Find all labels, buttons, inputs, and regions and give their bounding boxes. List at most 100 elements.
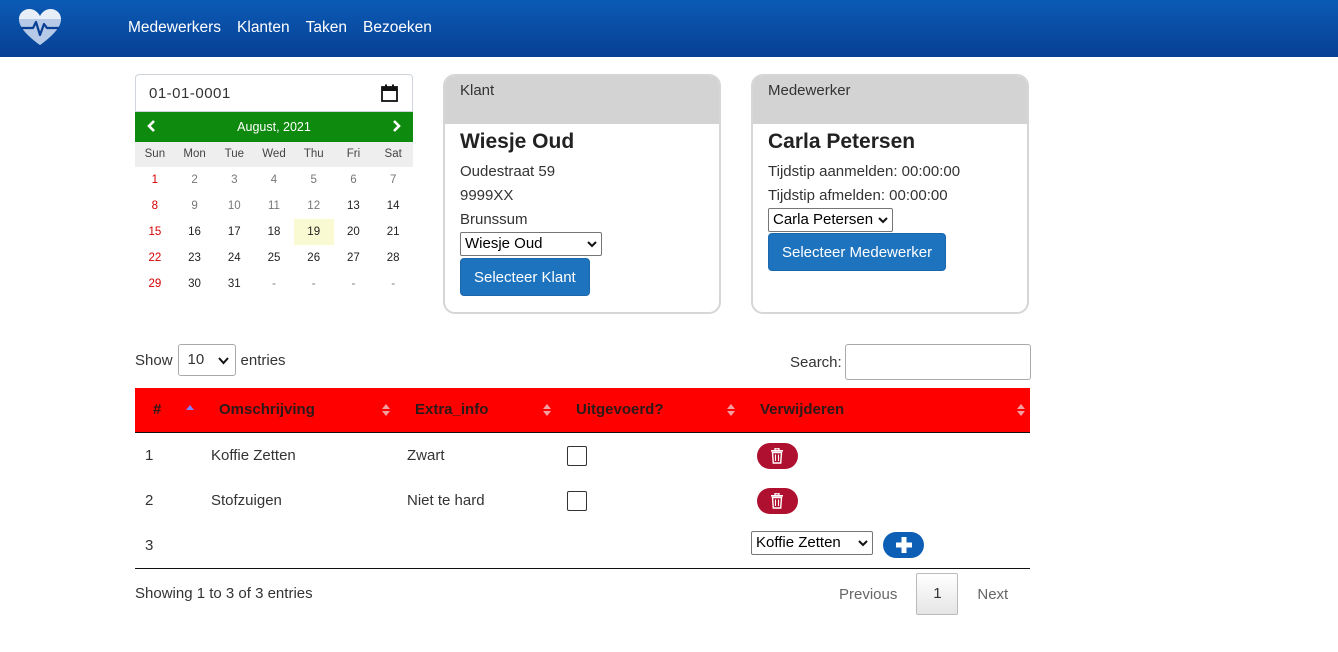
- add-task-button[interactable]: [883, 532, 924, 558]
- entries-label: entries: [240, 351, 286, 369]
- calendar-day[interactable]: 31: [214, 271, 254, 297]
- table-row: 1 Koffie Zetten Zwart: [135, 433, 1030, 478]
- table-length-control: Show 10 entries: [135, 344, 286, 376]
- calendar-day[interactable]: 7: [373, 167, 413, 193]
- row-omschrijving: Koffie Zetten: [211, 447, 296, 464]
- search-label: Search:: [790, 353, 842, 371]
- weekday-label: Sun: [144, 148, 166, 160]
- calendar-day[interactable]: 29: [135, 271, 175, 297]
- new-task-select-value: Koffie Zetten: [756, 534, 841, 551]
- entries-length-value: 10: [187, 351, 205, 368]
- calendar-day[interactable]: 11: [254, 193, 294, 219]
- nav-taken[interactable]: Taken: [306, 19, 347, 37]
- medewerker-card: Medewerker Carla Petersen Tijdstip aanme…: [751, 74, 1029, 314]
- trash-icon: [771, 493, 783, 509]
- calendar-day[interactable]: 30: [175, 271, 215, 297]
- nav-bezoeken[interactable]: Bezoeken: [363, 19, 432, 37]
- next-page-button[interactable]: Next: [964, 586, 1021, 603]
- nav-links: Medewerkers Klanten Taken Bezoeken: [128, 19, 432, 37]
- calendar-day[interactable]: 9: [175, 193, 215, 219]
- current-page-button[interactable]: 1: [916, 573, 959, 615]
- calendar-day[interactable]: 25: [254, 245, 294, 271]
- calendar-day[interactable]: 15: [135, 219, 175, 245]
- date-input[interactable]: 01-01-0001: [135, 74, 413, 112]
- column-header-verwijderen[interactable]: Verwijderen: [760, 388, 844, 432]
- sort-asc-icon: [186, 405, 194, 410]
- previous-page-button[interactable]: Previous: [826, 586, 910, 603]
- calendar-day[interactable]: 16: [175, 219, 215, 245]
- show-label: Show: [135, 351, 173, 369]
- row-extra-info: Zwart: [407, 447, 445, 464]
- klant-card-header: Klant: [445, 76, 719, 124]
- weekday-label: Sat: [384, 148, 402, 160]
- calendar-day[interactable]: 24: [214, 245, 254, 271]
- column-header-uitgevoerd[interactable]: Uitgevoerd?: [576, 388, 664, 432]
- calendar-day[interactable]: 8: [135, 193, 175, 219]
- nav-klanten[interactable]: Klanten: [237, 19, 290, 37]
- calendar-day[interactable]: 14: [373, 193, 413, 219]
- calendar-day[interactable]: 3: [214, 167, 254, 193]
- medewerker-select[interactable]: Carla Petersen: [768, 208, 893, 232]
- column-header-extra-info[interactable]: Extra_info: [415, 388, 488, 432]
- date-input-value: 01-01-0001: [149, 85, 231, 102]
- row-omschrijving: Stofzuigen: [211, 492, 282, 509]
- sort-both-icon: [1017, 404, 1025, 416]
- sort-both-icon: [543, 404, 551, 416]
- table-row-new: 3 Koffie Zetten: [135, 523, 1030, 568]
- calendar-icon[interactable]: [381, 84, 398, 102]
- calendar-day[interactable]: 20: [334, 219, 374, 245]
- calendar-day[interactable]: 17: [214, 219, 254, 245]
- nav-medewerkers[interactable]: Medewerkers: [128, 19, 221, 37]
- search-input[interactable]: [844, 344, 1031, 380]
- calendar-day[interactable]: 26: [294, 245, 334, 271]
- calendar-day[interactable]: 13: [334, 193, 374, 219]
- calendar-day[interactable]: 18: [254, 219, 294, 245]
- entries-length-select[interactable]: 10: [177, 344, 236, 376]
- row-number: 3: [145, 537, 154, 554]
- uitgevoerd-checkbox[interactable]: [567, 446, 587, 466]
- column-header-number[interactable]: #: [153, 388, 161, 432]
- calendar-day[interactable]: 19: [293, 219, 334, 245]
- uitgevoerd-checkbox[interactable]: [567, 491, 587, 511]
- row-number: 1: [145, 447, 154, 464]
- calendar-day: -: [351, 278, 356, 290]
- calendar-day: -: [391, 278, 396, 290]
- calendar-day[interactable]: 4: [254, 167, 294, 193]
- navbar: Medewerkers Klanten Taken Bezoeken: [0, 0, 1338, 57]
- weekday-label: Fri: [346, 148, 361, 160]
- calendar-day[interactable]: 5: [294, 167, 334, 193]
- klant-city: Brunssum: [460, 211, 528, 228]
- weekday-label: Mon: [183, 148, 206, 160]
- calendar-header: August, 2021: [135, 112, 413, 142]
- calendar-day[interactable]: 22: [135, 245, 175, 271]
- selecteer-medewerker-button[interactable]: Selecteer Medewerker: [768, 233, 947, 271]
- klant-card-body: Wiesje Oud Oudestraat 59 9999XX Brunssum…: [445, 124, 719, 300]
- heart-pulse-logo-icon[interactable]: [19, 9, 61, 47]
- delete-button[interactable]: [757, 443, 798, 469]
- calendar-day[interactable]: 27: [334, 245, 374, 271]
- selecteer-klant-button[interactable]: Selecteer Klant: [460, 258, 590, 296]
- medewerker-select-value: Carla Petersen: [773, 211, 874, 228]
- chevron-down-icon: [587, 241, 597, 248]
- table-bottom-border: [135, 568, 1030, 569]
- new-task-select[interactable]: Koffie Zetten: [751, 531, 873, 555]
- calendar-day[interactable]: 6: [334, 167, 374, 193]
- calendar-day[interactable]: 1: [135, 167, 175, 193]
- calendar-day[interactable]: 21: [373, 219, 413, 245]
- calendar-day[interactable]: 12: [294, 193, 334, 219]
- taken-table: # Omschrijving Extra_info Uitgevoerd? Ve…: [135, 388, 1030, 569]
- delete-button[interactable]: [757, 488, 798, 514]
- sort-both-icon: [727, 404, 735, 416]
- column-header-omschrijving[interactable]: Omschrijving: [219, 388, 315, 432]
- calendar-day[interactable]: 28: [373, 245, 413, 271]
- calendar-day[interactable]: 23: [175, 245, 215, 271]
- medewerker-login-time: Tijdstip aanmelden: 00:00:00: [768, 163, 961, 180]
- calendar-day[interactable]: 2: [175, 167, 215, 193]
- calendar-day[interactable]: 10: [214, 193, 254, 219]
- row-extra-info: Niet te hard: [407, 492, 485, 509]
- chevron-right-icon[interactable]: [388, 118, 404, 134]
- klant-address: Oudestraat 59: [460, 163, 556, 180]
- chevron-down-icon: [217, 357, 229, 365]
- klant-select[interactable]: Wiesje Oud: [460, 232, 602, 256]
- table-header-row: # Omschrijving Extra_info Uitgevoerd? Ve…: [135, 388, 1030, 433]
